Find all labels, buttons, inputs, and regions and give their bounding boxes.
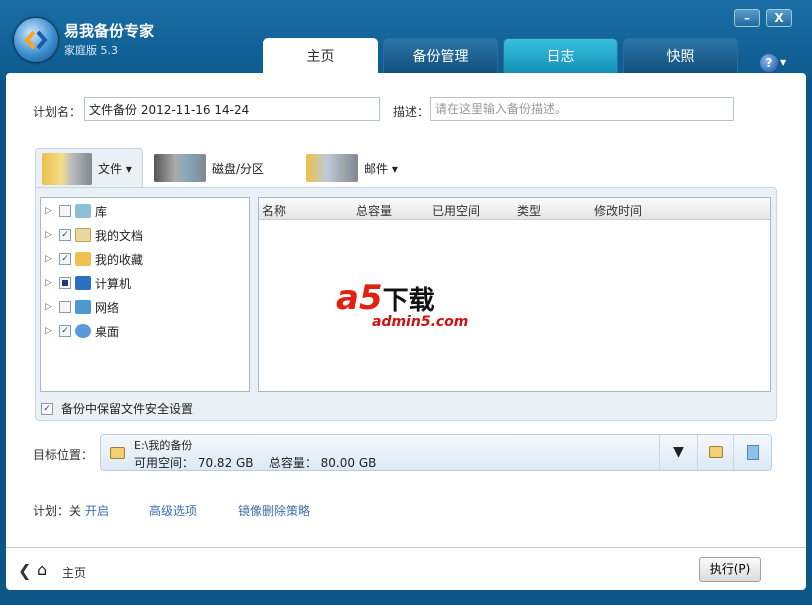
calculator-button[interactable] [733,435,771,470]
tab-log[interactable]: 日志 [503,38,618,74]
target-location-box[interactable]: E:\我的备份 可用空间： 70.82 GB 总容量： 80.00 GB ▼ [100,434,772,471]
home-icon[interactable]: ⌂ [37,560,47,579]
tree-item-computer[interactable]: ▷ 计算机 [45,274,131,292]
target-space: 可用空间： 70.82 GB 总容量： 80.00 GB [134,454,376,471]
library-icon [75,204,91,218]
favorites-folder-icon [75,252,91,266]
column-name[interactable]: 名称 [262,202,286,219]
source-tab-label: 邮件 ▾ [364,161,398,176]
footer-divider [6,547,806,548]
disk-backup-icon [154,154,206,182]
source-tab-file[interactable]: 文件 ▾ [35,148,143,188]
checkbox[interactable] [59,205,71,217]
expand-icon[interactable]: ▷ [45,326,55,336]
target-path: E:\我的备份 [134,439,193,452]
tree-item-network[interactable]: ▷ 网络 [45,298,119,316]
list-header: 名称 总容量 已用空间 类型 修改时间 [259,198,770,220]
column-used-space[interactable]: 已用空间 [432,202,480,219]
close-button[interactable]: X [766,9,792,27]
tree-item-label: 我的文档 [95,228,144,243]
keep-security-checkbox[interactable]: ✓ [41,402,53,415]
checkbox[interactable] [59,277,71,289]
checkbox[interactable]: ✓ [59,253,71,265]
free-space-label: 可用空间： [134,456,195,470]
checkbox[interactable]: ✓ [59,325,71,337]
help-dropdown-icon[interactable]: ▼ [780,58,786,67]
folder-icon [110,447,125,459]
tree-item-label: 桌面 [95,324,120,339]
keep-security-label: 备份中保留文件安全设置 [61,402,194,416]
watermark-logo: a5下载 admin5.com [336,278,469,330]
help-icon[interactable]: ? [760,54,778,72]
tree-item-label: 计算机 [95,276,132,291]
mail-backup-icon [306,154,358,182]
target-dropdown-icon[interactable]: ▼ [659,435,697,470]
source-tab-label: 磁盘/分区 [212,161,265,176]
minimize-button[interactable]: – [734,9,760,27]
expand-icon[interactable]: ▷ [45,278,55,288]
expand-icon[interactable]: ▷ [45,230,55,240]
file-list[interactable]: 名称 总容量 已用空间 类型 修改时间 [258,197,771,392]
back-icon[interactable]: ❮ [18,561,31,580]
checkbox[interactable]: ✓ [59,229,71,241]
tab-backup-management[interactable]: 备份管理 [383,38,498,74]
expand-icon[interactable]: ▷ [45,206,55,216]
tree-item-label: 网络 [95,300,120,315]
app-logo-icon [14,18,58,62]
source-tab-disk[interactable]: 磁盘/分区 [148,148,298,188]
app-version: 家庭版 5.3 [64,44,118,57]
target-label: 目标位置： [33,448,94,462]
tree-item-label: 库 [95,204,108,219]
advanced-options-link[interactable]: 高级选项 [149,502,197,519]
total-capacity-label: 总容量： [268,456,317,470]
folder-backup-icon [42,152,92,185]
browse-folder-button[interactable] [697,435,733,470]
description-input[interactable] [430,97,734,121]
app-title: 易我备份专家 [64,22,155,40]
tree-item-label: 我的收藏 [95,252,144,267]
calculator-icon [747,445,759,460]
plan-name-input[interactable] [84,97,380,121]
tab-home[interactable]: 主页 [263,38,378,75]
tree-item-favorites[interactable]: ▷ ✓ 我的收藏 [45,250,143,268]
documents-icon [75,228,91,242]
plan-status: 计划：关 [33,504,82,518]
home-link[interactable]: 主页 [62,564,86,581]
enable-plan-link[interactable]: 开启 [85,502,109,519]
computer-icon [75,276,91,290]
free-space-value: 70.82 GB [197,456,254,470]
keep-security-option[interactable]: ✓ 备份中保留文件安全设置 [41,400,193,417]
source-tree[interactable]: ▷ 库 ▷ ✓ 我的文档 ▷ ✓ 我的收藏 ▷ 计算机 ▷ 网络 ▷ ✓ 桌面 [40,197,250,392]
network-icon [75,300,91,314]
plan-name-label: 计划名： [33,105,82,119]
tab-snapshot[interactable]: 快照 [623,38,738,74]
tree-item-my-documents[interactable]: ▷ ✓ 我的文档 [45,226,143,244]
column-total-size[interactable]: 总容量 [356,202,392,219]
total-capacity-value: 80.00 GB [320,456,377,470]
description-label: 描述： [393,105,430,119]
tree-item-library[interactable]: ▷ 库 [45,202,107,220]
checkbox[interactable] [59,301,71,313]
tree-item-desktop[interactable]: ▷ ✓ 桌面 [45,322,119,340]
expand-icon[interactable]: ▷ [45,254,55,264]
run-button[interactable]: 执行(P) [699,557,761,582]
source-tab-mail[interactable]: 邮件 ▾ [300,148,410,188]
column-type[interactable]: 类型 [517,202,541,219]
source-tab-label: 文件 ▾ [98,162,132,176]
folder-icon [709,446,723,458]
desktop-icon [75,324,91,338]
column-modified-time[interactable]: 修改时间 [594,202,642,219]
expand-icon[interactable]: ▷ [45,302,55,312]
mirror-delete-policy-link[interactable]: 镜像删除策略 [238,502,310,519]
